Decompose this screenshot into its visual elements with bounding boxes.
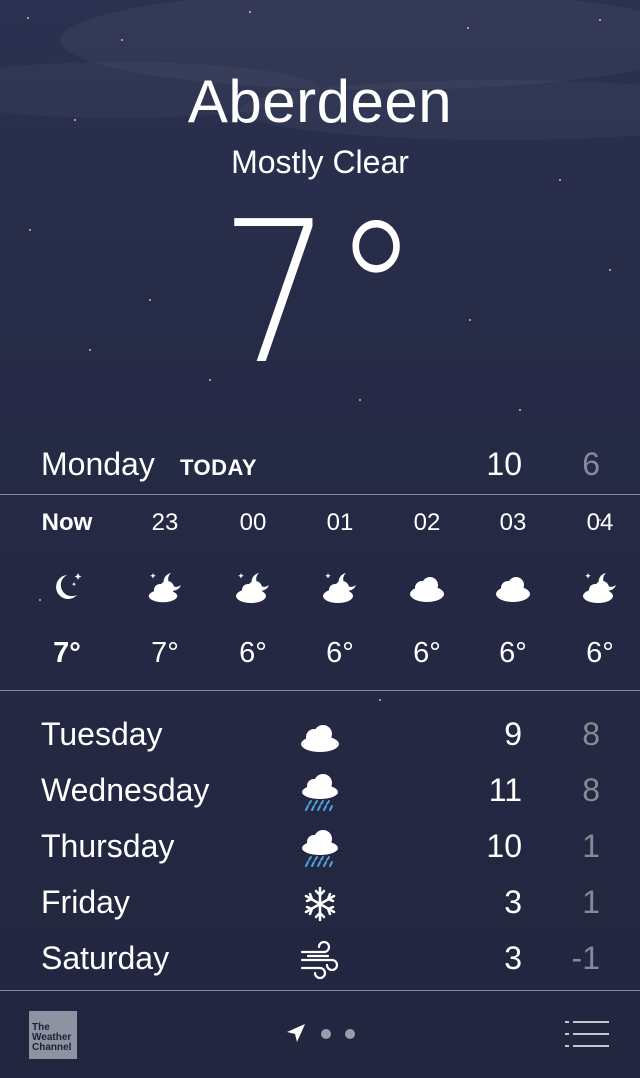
day-name: Friday [41, 884, 130, 920]
day-name: Wednesday [41, 772, 210, 808]
day-high: 11 [488, 772, 522, 808]
day-low: 1 [582, 828, 600, 864]
day-name: Tuesday [41, 716, 163, 752]
daily-row-saturday: Saturday 3 -1 [0, 932, 640, 988]
page-dot[interactable] [345, 1029, 355, 1039]
cloud-icon [496, 577, 530, 602]
hour-time: 04 [586, 509, 614, 536]
hour-time: Now [41, 509, 93, 536]
today-low: 6 [582, 446, 600, 482]
cloud-icon [301, 725, 339, 752]
hour-time: 03 [499, 509, 527, 536]
hour-temp: 7° [53, 637, 81, 669]
hour-temp: 7° [151, 637, 179, 669]
today-label: TODAY [180, 455, 258, 480]
day-low: -1 [571, 940, 600, 976]
list-icon[interactable] [564, 1019, 610, 1049]
today-high: 10 [486, 446, 522, 482]
partly-cloudy-night-icon [323, 573, 356, 603]
day-high: 3 [504, 940, 522, 976]
day-low: 8 [582, 772, 600, 808]
hour-temp: 6° [413, 637, 441, 669]
day-high: 10 [486, 828, 522, 864]
current-temperature: 7° [219, 180, 421, 408]
day-low: 8 [582, 716, 600, 752]
hour-time: 00 [239, 509, 267, 536]
daily-row-thursday: Thursday 10 1 [0, 820, 640, 876]
daily-row-friday: Friday 3 1 [0, 876, 640, 932]
partly-cloudy-night-icon [583, 573, 616, 603]
wind-icon [300, 940, 339, 980]
rain-icon [302, 774, 338, 811]
partly-cloudy-night-icon [147, 573, 181, 604]
location-header: Aberdeen Mostly Clear [0, 64, 640, 182]
hour-temp: 6° [326, 637, 354, 669]
daily-row-tuesday: Tuesday 9 8 [0, 708, 640, 764]
daily-forecast-list[interactable]: Tuesday 9 8 Wednesday 11 8 Thursday 10 1… [0, 708, 640, 988]
day-name: Saturday [41, 940, 170, 976]
daily-row-wednesday: Wednesday 11 8 [0, 764, 640, 820]
day-low: 1 [582, 884, 600, 920]
hourly-forecast-strip[interactable]: Now 7° 23 7° 00 6° 01 6° 02 6° 03 6° 04 … [0, 495, 640, 691]
today-day-name: Monday [41, 446, 155, 482]
day-high: 3 [504, 884, 522, 920]
day-name: Thursday [41, 828, 175, 864]
hour-temp: 6° [499, 637, 527, 669]
hour-time: 01 [326, 509, 354, 536]
current-condition: Mostly Clear [231, 144, 409, 180]
location-arrow-icon[interactable] [285, 1022, 307, 1044]
weather-channel-logo[interactable]: The Weather Channel [29, 1011, 77, 1059]
cloud-icon [410, 577, 444, 602]
rain-icon [302, 830, 338, 867]
moon-stars-icon [56, 573, 82, 599]
city-name: Aberdeen [187, 68, 453, 135]
today-summary-row: Monday TODAY 10 6 [0, 440, 640, 495]
bottom-toolbar: The Weather Channel [0, 990, 640, 1078]
page-dot[interactable] [321, 1029, 331, 1039]
hour-time: 23 [151, 509, 179, 536]
hour-temp: 6° [239, 637, 267, 669]
day-high: 9 [504, 716, 522, 752]
hour-time: 02 [413, 509, 441, 536]
hour-temp: 6° [586, 637, 614, 669]
partly-cloudy-night-icon [236, 573, 269, 603]
logo-line: Channel [32, 1042, 72, 1053]
snowflake-icon [304, 886, 336, 922]
